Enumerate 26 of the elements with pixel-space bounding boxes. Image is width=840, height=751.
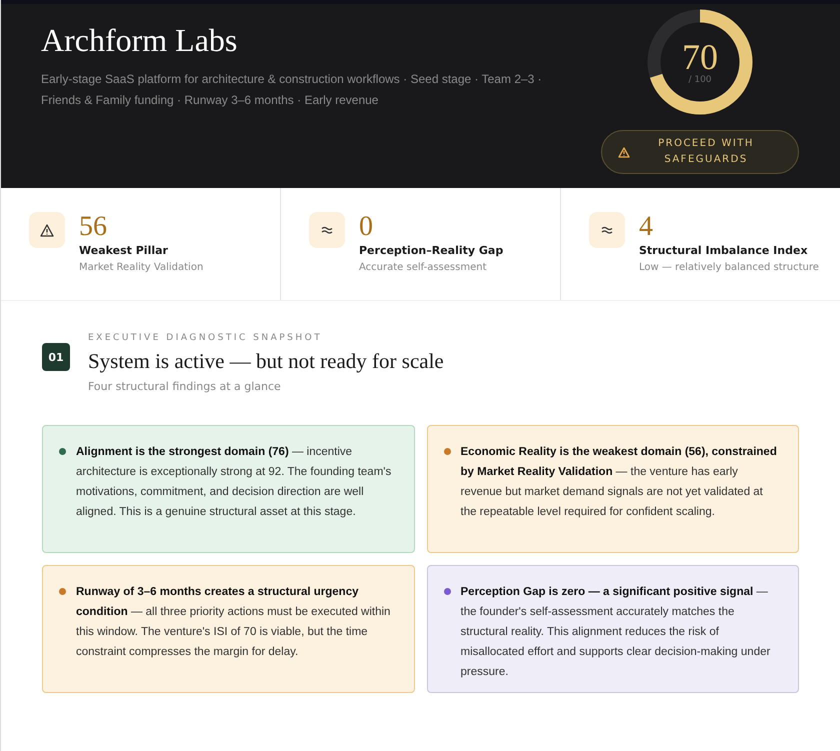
warning-icon (618, 146, 630, 158)
section-eyebrow: EXECUTIVE DIAGNOSTIC SNAPSHOT (88, 333, 324, 343)
stat-value: 56 (79, 212, 108, 242)
approx-icon (309, 212, 345, 248)
stat-caption: Market Reality Validation (79, 262, 204, 273)
stat-label: Weakest Pillar (79, 244, 169, 257)
company-description: Early-stage SaaS platform for architecture & construction workflows · Seed stage · Team 2–3 · Friends & Family funding · Runway 3–6 months · Early revenue (41, 71, 543, 109)
approx-icon (589, 212, 625, 248)
finding-text: Alignment is the strongest domain (76) — incentive architecture is exceptionally strong at 92. The founding team's motivations, commitment, and decision direction are well aligned. This is a genuine structural asset at this stage. (76, 445, 392, 520)
stat-caption: Low — relatively balanced structure (639, 262, 819, 273)
stat-value: 0 (359, 212, 374, 242)
score-max: / 100 (688, 75, 712, 85)
score-value: 70 (682, 39, 718, 75)
stat-caption: Accurate self-assessment (359, 262, 488, 273)
warning-icon (29, 212, 65, 248)
section-subtitle: Four structural findings at a glance (88, 380, 282, 393)
finding-text: Perception Gap is zero — a significant positive signal — the founder's self-assessment accurately matches the structural reality. This alignment reduces the risk of misallocated effort and supports clear decision-making under pressure. (460, 585, 772, 678)
stat-label: Structural Imbalance Index (639, 244, 809, 257)
finding-text: Economic Reality is the weakest domain (56), constrained by Market Reality Validation — the venture has early revenue but market demand signals are not yet validated at the repeatable level required for confident scaling. (460, 445, 778, 520)
company-name: Archform Labs (41, 22, 238, 59)
finding-text: Runway of 3–6 months creates a structural urgency condition — all three priority actions must be executed within this window. The venture's ISI of 70 is viable, but the time constraint compresses the margin for delay. (76, 585, 392, 660)
section-number: 01 (42, 343, 70, 371)
verdict-text: PROCEED WITH SAFEGUARDS (657, 137, 755, 167)
section-title: System is active — but not ready for scale (88, 349, 444, 374)
stat-value: 4 (639, 212, 654, 242)
stat-label: Perception–Reality Gap (359, 244, 504, 257)
